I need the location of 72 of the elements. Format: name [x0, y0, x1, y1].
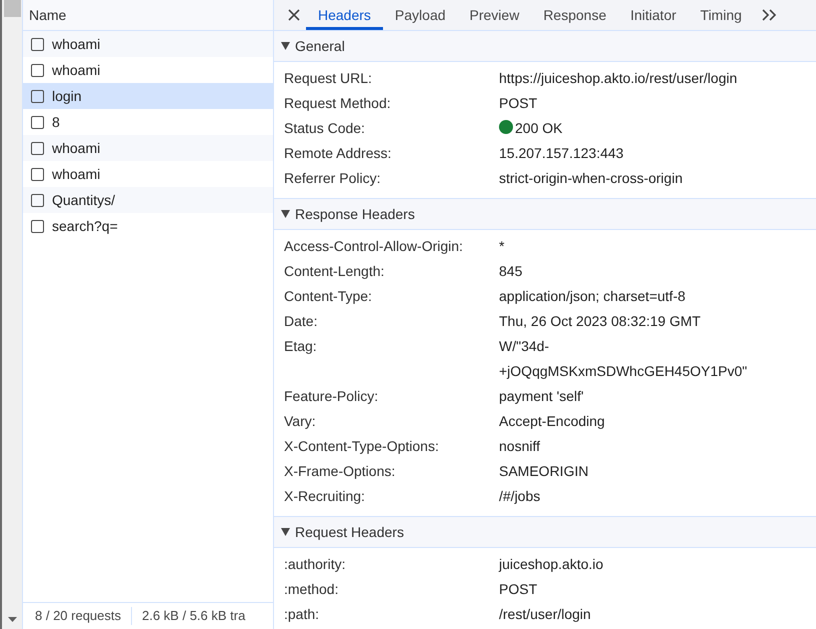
- header-value: payment 'self': [499, 387, 584, 406]
- section-header[interactable]: Request Headers: [274, 517, 816, 548]
- scrollbar[interactable]: [0, 0, 23, 629]
- checkbox[interactable]: [31, 220, 44, 232]
- status-text: 2.6 kB / 5.6 kB tra: [131, 607, 256, 625]
- checkbox[interactable]: [31, 142, 44, 154]
- header-value: application/json; charset=utf-8: [499, 287, 686, 306]
- request-name: whoami: [52, 62, 100, 78]
- section-header[interactable]: General: [274, 31, 816, 62]
- header-name: :method:: [284, 580, 340, 599]
- request-name: login: [52, 88, 82, 104]
- column-header[interactable]: Name: [23, 0, 273, 31]
- tab[interactable]: Timing: [688, 0, 754, 30]
- header-value: POST: [499, 580, 538, 599]
- request-name: whoami: [52, 36, 100, 52]
- tab[interactable]: Initiator: [618, 0, 688, 30]
- header-value: POST: [499, 94, 538, 113]
- header-value: nosniff: [499, 437, 540, 456]
- header-name: Request Method:: [284, 94, 392, 113]
- header-name: X-Frame-Options:: [284, 462, 396, 481]
- checkbox[interactable]: [31, 38, 44, 50]
- header-name: Remote Address:: [284, 144, 392, 163]
- header-value: /rest/user/login: [499, 605, 591, 624]
- header-name: Etag:: [284, 337, 318, 356]
- header-name: Status Code:: [284, 119, 366, 138]
- header-name: Content-Length:: [284, 262, 386, 281]
- header-name: Referrer Policy:: [284, 169, 382, 188]
- header-name: X-Recruiting:: [284, 487, 366, 506]
- status-text: 8 / 20 requests: [34, 607, 122, 625]
- double-chevron-icon: [762, 9, 777, 21]
- tab[interactable]: Payload: [382, 0, 458, 30]
- header-value: Thu, 26 Oct 2023 08:32:19 GMT: [499, 312, 701, 331]
- request-name: search?q=: [52, 218, 118, 234]
- close-icon: [288, 9, 300, 21]
- header-value: Accept-Encoding: [499, 412, 605, 431]
- request-row[interactable]: Quantitys/: [23, 187, 273, 213]
- checkbox[interactable]: [31, 194, 44, 206]
- section-header[interactable]: Response Headers: [274, 199, 816, 230]
- scrollbar-thumb[interactable]: [4, 0, 20, 17]
- header-name: Vary:: [284, 412, 317, 431]
- checkbox[interactable]: [31, 90, 44, 102]
- header-value: W/"34d-+jOQqgMSKxmSDWhcGEH45OY1Pv0": [499, 337, 748, 381]
- header-value: juiceshop.akto.io: [499, 555, 604, 574]
- header-value: strict-origin-when-cross-origin: [499, 169, 683, 188]
- request-name: 8: [52, 114, 60, 130]
- request-name: whoami: [52, 166, 100, 182]
- scroll-down-icon[interactable]: [8, 617, 16, 622]
- header-name: Date:: [284, 312, 318, 331]
- header-value: 15.207.157.123:443: [499, 144, 624, 163]
- header-value: 200 OK: [515, 119, 562, 138]
- header-name: Feature-Policy:: [284, 387, 380, 406]
- header-name: Access-Control-Allow-Origin:: [284, 237, 464, 256]
- header-name: Content-Type:: [284, 287, 373, 306]
- request-row[interactable]: login: [23, 83, 273, 109]
- request-row[interactable]: whoami: [23, 31, 273, 57]
- header-value: https://juiceshop.akto.io/rest/user/login: [499, 69, 738, 88]
- header-value: *: [499, 237, 504, 256]
- checkbox[interactable]: [31, 168, 44, 180]
- checkbox[interactable]: [31, 64, 44, 76]
- request-row[interactable]: whoami: [23, 135, 273, 161]
- request-name: Quantitys/: [52, 192, 116, 208]
- header-name: :path:: [284, 605, 320, 624]
- header-value: /#/jobs: [499, 487, 540, 506]
- header-value: SAMEORIGIN: [499, 462, 588, 481]
- tab[interactable]: Response: [531, 0, 618, 30]
- tab[interactable]: Preview: [458, 0, 532, 30]
- request-name: whoami: [52, 140, 100, 156]
- header-name: Request URL:: [284, 69, 373, 88]
- header-name: X-Content-Type-Options:: [284, 437, 440, 456]
- header-value: 845: [499, 262, 522, 281]
- header-name: :authority:: [284, 555, 346, 574]
- checkbox[interactable]: [31, 116, 44, 128]
